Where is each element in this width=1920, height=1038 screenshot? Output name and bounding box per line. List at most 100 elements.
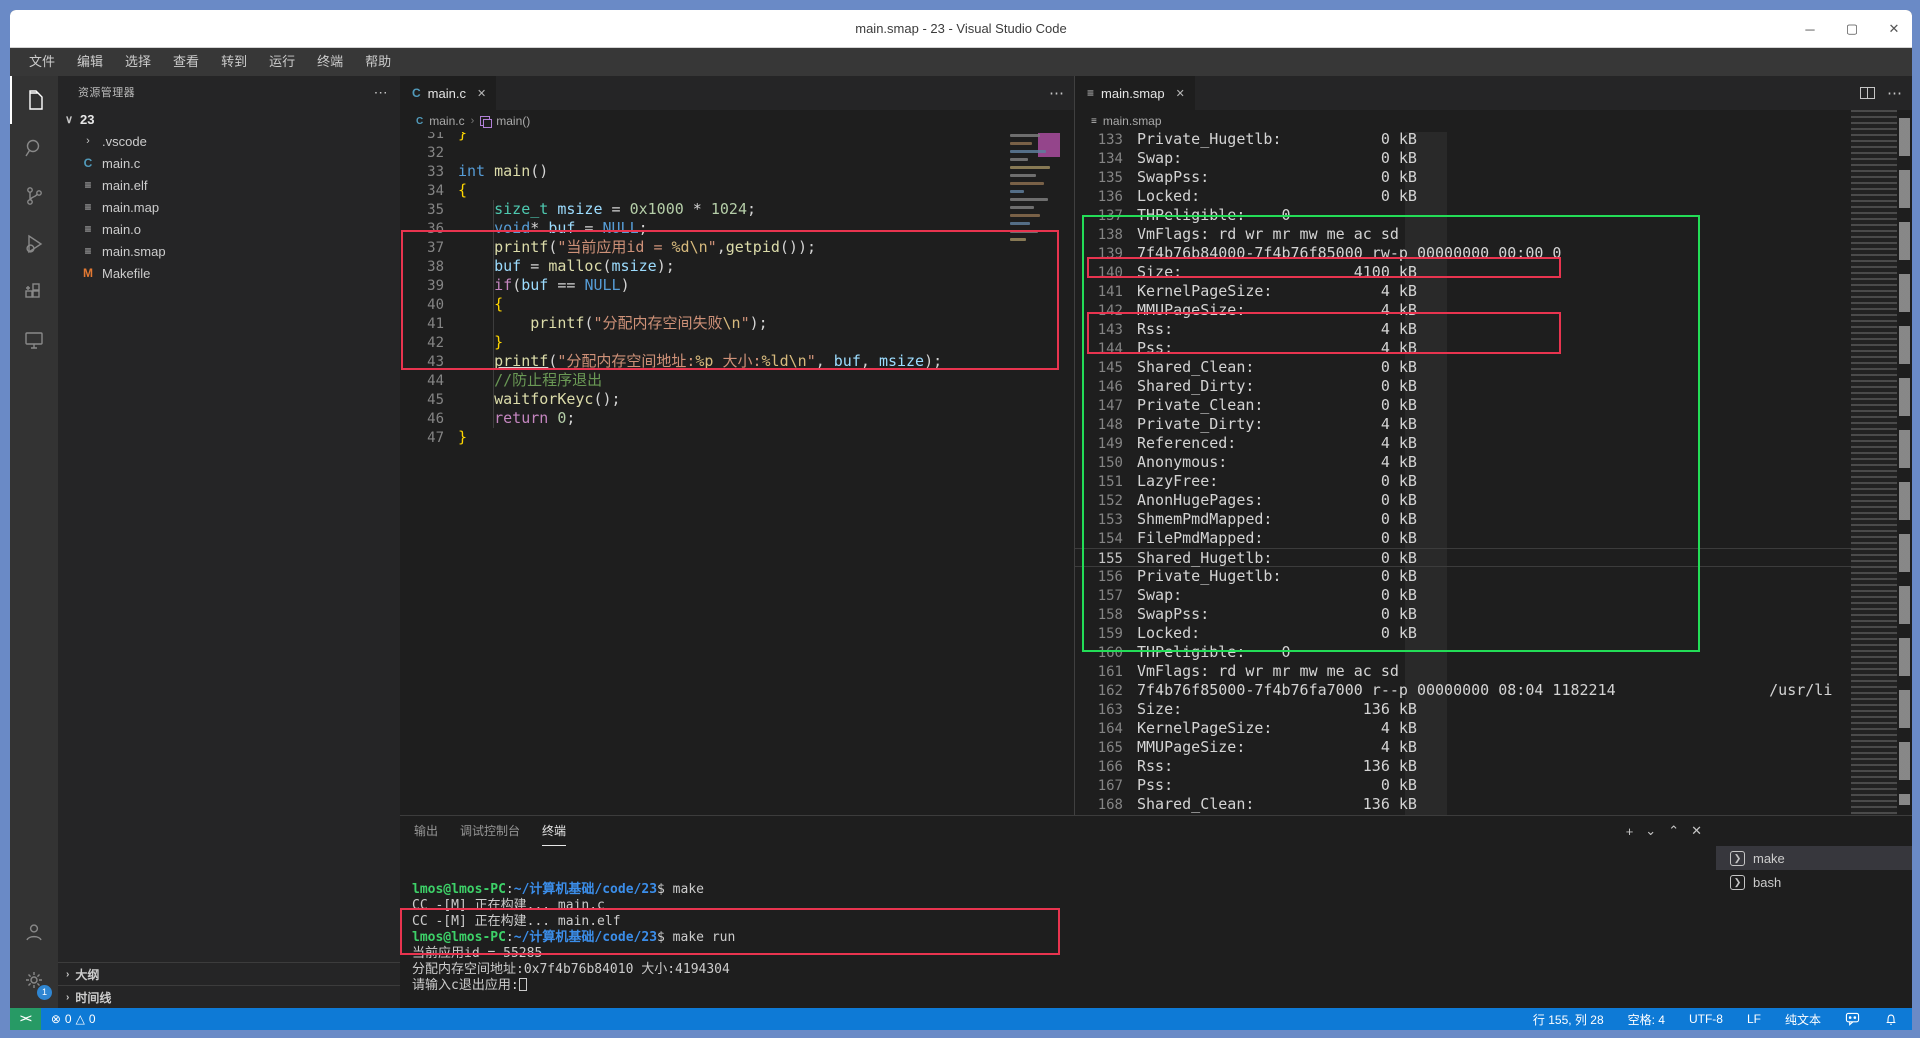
extensions-icon[interactable] <box>10 268 58 316</box>
timeline-section[interactable]: › 时间线 <box>58 985 400 1008</box>
tab-close-icon[interactable]: ✕ <box>477 87 486 100</box>
search-icon[interactable] <box>10 124 58 172</box>
menu-item-帮助[interactable]: 帮助 <box>354 48 402 76</box>
remote-explorer-icon[interactable] <box>10 316 58 364</box>
menu-item-选择[interactable]: 选择 <box>114 48 162 76</box>
smap-line[interactable]: 161VmFlags: rd wr mr mw me ac sd <box>1075 662 1912 681</box>
code-line[interactable]: 44 //防止程序退出 <box>400 371 1074 390</box>
smap-line[interactable]: 165MMUPageSize: 4 kB <box>1075 738 1912 757</box>
explorer-item-.vscode[interactable]: ›.vscode <box>58 130 400 152</box>
smap-line[interactable]: 153ShmemPmdMapped: 0 kB <box>1075 510 1912 529</box>
smap-line[interactable]: 160THPeligible: 0 <box>1075 643 1912 662</box>
smap-line[interactable]: 159Locked: 0 kB <box>1075 624 1912 643</box>
more-actions-icon[interactable]: ⋯ <box>374 84 388 101</box>
account-icon[interactable] <box>10 908 58 956</box>
code-line[interactable]: 43 printf("分配内存空间地址:%p 大小:%ld\n", buf, m… <box>400 352 1074 371</box>
status-item[interactable]: 行 155, 列 28 <box>1533 1011 1604 1028</box>
menu-item-编辑[interactable]: 编辑 <box>66 48 114 76</box>
code-line[interactable]: 36 void* buf = NULL; <box>400 219 1074 238</box>
explorer-item-Makefile[interactable]: MMakefile <box>58 262 400 284</box>
smap-line[interactable]: 157Swap: 0 kB <box>1075 586 1912 605</box>
editor-actions-icon[interactable]: ⋯ <box>1049 84 1064 102</box>
smap-line[interactable]: 133Private_Hugetlb: 0 kB <box>1075 132 1912 149</box>
smap-line[interactable]: 152AnonHugePages: 0 kB <box>1075 491 1912 510</box>
status-item[interactable]: LF <box>1747 1012 1761 1026</box>
smap-line[interactable]: 1627f4b76f85000-7f4b76fa7000 r--p 000000… <box>1075 681 1912 700</box>
smap-line[interactable]: 155Shared_Hugetlb: 0 kB <box>1075 548 1912 567</box>
smap-line[interactable]: 158SwapPss: 0 kB <box>1075 605 1912 624</box>
tab-close-icon[interactable]: ✕ <box>1176 87 1185 100</box>
panel-tab-输出[interactable]: 输出 <box>414 816 438 846</box>
maximize-icon[interactable]: ▢ <box>1844 21 1860 37</box>
smap-line[interactable]: 135SwapPss: 0 kB <box>1075 168 1912 187</box>
code-line[interactable]: 37 printf("当前应用id = %d\n",getpid()); <box>400 238 1074 257</box>
smap-line[interactable]: 143Rss: 4 kB <box>1075 320 1912 339</box>
code-line[interactable]: 47} <box>400 428 1074 447</box>
menu-item-查看[interactable]: 查看 <box>162 48 210 76</box>
explorer-item-main.c[interactable]: Cmain.c <box>58 152 400 174</box>
code-area[interactable]: 31}3233int main()34{35 size_t msize = 0x… <box>400 132 1074 815</box>
code-line[interactable]: 34{ <box>400 181 1074 200</box>
menu-item-终端[interactable]: 终端 <box>306 48 354 76</box>
remote-indicator[interactable]: >< <box>10 1008 41 1030</box>
status-item[interactable]: 空格: 4 <box>1628 1011 1665 1028</box>
problems-status[interactable]: ⊗ 0 △ 0 <box>41 1012 106 1026</box>
smap-line[interactable]: 138VmFlags: rd wr mr mw me ac sd <box>1075 225 1912 244</box>
code-line[interactable]: 35 size_t msize = 0x1000 * 1024; <box>400 200 1074 219</box>
code-line[interactable]: 40 { <box>400 295 1074 314</box>
settings-gear-icon[interactable]: 1 <box>10 956 58 1004</box>
code-line[interactable]: 42 } <box>400 333 1074 352</box>
smap-line[interactable]: 151LazyFree: 0 kB <box>1075 472 1912 491</box>
menu-item-运行[interactable]: 运行 <box>258 48 306 76</box>
scrollbar[interactable] <box>1897 110 1912 815</box>
minimap[interactable] <box>1008 134 1058 264</box>
menu-item-文件[interactable]: 文件 <box>18 48 66 76</box>
smap-line[interactable]: 137THPeligible: 0 <box>1075 206 1912 225</box>
smap-line[interactable]: 164KernelPageSize: 4 kB <box>1075 719 1912 738</box>
smap-line[interactable]: 150Anonymous: 4 kB <box>1075 453 1912 472</box>
smap-line[interactable]: 142MMUPageSize: 4 kB <box>1075 301 1912 320</box>
panel-tab-调试控制台[interactable]: 调试控制台 <box>460 816 520 846</box>
explorer-item-main.smap[interactable]: ≡main.smap <box>58 240 400 262</box>
terminal-session-make[interactable]: ❯make <box>1716 846 1912 870</box>
smap-line[interactable]: 156Private_Hugetlb: 0 kB <box>1075 567 1912 586</box>
smap-line[interactable]: 141KernelPageSize: 4 kB <box>1075 282 1912 301</box>
smap-line[interactable]: 168Shared_Clean: 136 kB <box>1075 795 1912 814</box>
code-line[interactable]: 41 printf("分配内存空间失败\n"); <box>400 314 1074 333</box>
explorer-root-folder[interactable]: ∨ 23 <box>58 108 400 130</box>
smap-line[interactable]: 1397f4b76b84000-7f4b76f85000 rw-p 000000… <box>1075 244 1912 263</box>
explorer-icon[interactable] <box>10 76 58 124</box>
breadcrumb[interactable]: ≡ main.smap <box>1075 110 1912 132</box>
smap-line[interactable]: 148Private_Dirty: 4 kB <box>1075 415 1912 434</box>
code-line[interactable]: 38 buf = malloc(msize); <box>400 257 1074 276</box>
smap-line[interactable]: 149Referenced: 4 kB <box>1075 434 1912 453</box>
minimap[interactable] <box>1851 110 1897 815</box>
code-line[interactable]: 33int main() <box>400 162 1074 181</box>
status-item[interactable]: UTF-8 <box>1689 1012 1723 1026</box>
code-line[interactable]: 32 <box>400 143 1074 162</box>
explorer-item-main.map[interactable]: ≡main.map <box>58 196 400 218</box>
smap-line[interactable]: 144Pss: 4 kB <box>1075 339 1912 358</box>
smap-line[interactable]: 140Size: 4100 kB <box>1075 263 1912 282</box>
outline-section[interactable]: › 大纲 <box>58 962 400 985</box>
code-line[interactable]: 31} <box>400 132 1074 143</box>
status-item[interactable]: 纯文本 <box>1785 1011 1821 1028</box>
smap-line[interactable]: 147Private_Clean: 0 kB <box>1075 396 1912 415</box>
smap-line[interactable]: 166Rss: 136 kB <box>1075 757 1912 776</box>
terminal[interactable]: lmos@lmos-PC:~/计算机基础/code/23$ makeCC -[M… <box>400 846 1712 1008</box>
code-line[interactable]: 45 waitforKeyc(); <box>400 390 1074 409</box>
smap-line[interactable]: 134Swap: 0 kB <box>1075 149 1912 168</box>
editor-actions-icon[interactable]: ⋯ <box>1887 84 1902 102</box>
feedback-icon[interactable] <box>1845 1012 1860 1026</box>
split-editor-icon[interactable] <box>1860 87 1875 99</box>
close-icon[interactable]: ✕ <box>1886 21 1902 37</box>
explorer-item-main.o[interactable]: ≡main.o <box>58 218 400 240</box>
menu-item-转到[interactable]: 转到 <box>210 48 258 76</box>
smap-line[interactable]: 136Locked: 0 kB <box>1075 187 1912 206</box>
explorer-item-main.elf[interactable]: ≡main.elf <box>58 174 400 196</box>
minimize-icon[interactable]: ─ <box>1802 22 1818 37</box>
tab-main-c[interactable]: C main.c ✕ <box>400 76 496 110</box>
smap-line[interactable]: 167Pss: 0 kB <box>1075 776 1912 795</box>
terminal-session-bash[interactable]: ❯bash <box>1716 870 1912 894</box>
panel-tab-终端[interactable]: 终端 <box>542 816 566 846</box>
